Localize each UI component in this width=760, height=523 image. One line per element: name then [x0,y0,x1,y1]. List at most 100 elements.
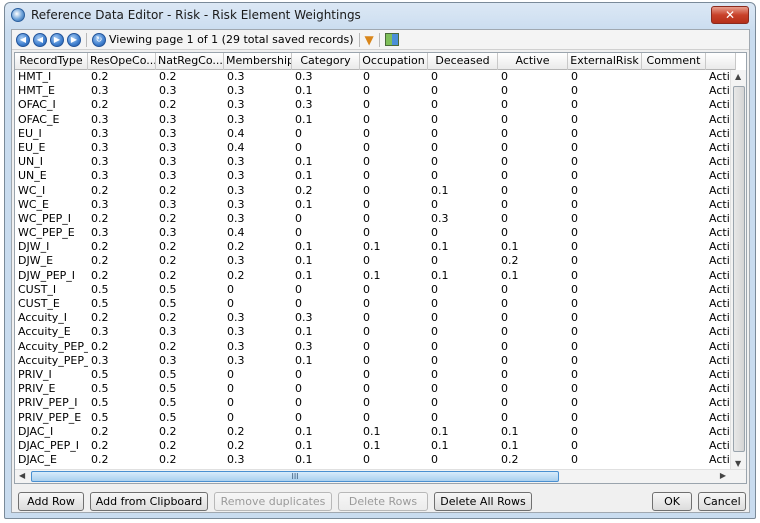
table-cell[interactable]: 0.3 [224,325,292,339]
table-cell[interactable]: 0 [498,382,568,396]
close-button[interactable]: ✕ [711,6,749,24]
table-cell[interactable]: 0.5 [156,297,224,311]
table-cell[interactable]: 0 [428,198,498,212]
table-row[interactable]: Accuity_I 0.2 0.2 0.3 0.3 0 0 0 0 Acti [15,311,736,325]
table-cell[interactable]: 0.3 [88,198,156,212]
table-cell[interactable]: 0 [428,354,498,368]
table-cell[interactable]: 0 [498,325,568,339]
table-cell[interactable]: 0 [428,283,498,297]
horizontal-scrollbar[interactable]: ◀ III ▶ [15,469,746,483]
table-cell[interactable]: 0.1 [360,240,428,254]
table-cell[interactable]: 0 [428,169,498,183]
table-cell[interactable]: 0 [360,155,428,169]
previous-page-icon[interactable]: ◀ [33,32,47,47]
table-cell[interactable]: 0.1 [292,269,360,283]
vertical-scroll-thumb[interactable] [733,86,745,452]
table-cell[interactable]: 0 [428,84,498,98]
table-cell[interactable]: 0.2 [88,340,156,354]
table-cell[interactable]: 0.2 [498,254,568,268]
table-cell[interactable] [642,311,706,325]
table-cell[interactable]: 0 [568,240,642,254]
column-header[interactable]: RecordType [15,53,88,70]
table-cell[interactable] [642,411,706,425]
table-cell[interactable]: 0.5 [88,368,156,382]
table-cell[interactable]: 0 [428,254,498,268]
table-cell[interactable]: 0 [498,368,568,382]
table-cell[interactable]: 0.1 [292,453,360,467]
table-cell[interactable]: EU_E [15,141,88,155]
table-row[interactable]: CUST_I 0.5 0.5 0 0 0 0 0 0 Acti [15,283,736,297]
table-cell[interactable]: 0 [568,283,642,297]
table-cell[interactable] [642,240,706,254]
table-cell[interactable]: 0.2 [88,240,156,254]
table-cell[interactable]: 0 [498,113,568,127]
table-cell[interactable]: OFAC_E [15,113,88,127]
table-cell[interactable]: 0 [568,340,642,354]
delete-all-rows-button[interactable]: Delete All Rows [434,492,532,511]
table-row[interactable]: Accuity_E 0.3 0.3 0.3 0.1 0 0 0 0 Acti [15,325,736,339]
table-cell[interactable] [642,396,706,410]
table-cell[interactable]: 0 [568,184,642,198]
table-cell[interactable]: 0 [568,113,642,127]
table-cell[interactable]: 0 [568,226,642,240]
table-cell[interactable]: 0 [568,425,642,439]
table-row[interactable]: PRIV_PEP_E 0.5 0.5 0 0 0 0 0 0 Acti [15,411,736,425]
table-row[interactable]: HMT_E 0.3 0.3 0.3 0.1 0 0 0 0 Acti [15,84,736,98]
table-cell[interactable]: 0.1 [292,439,360,453]
next-page-icon[interactable]: ▶ [50,32,64,47]
table-cell[interactable]: 0.3 [428,212,498,226]
table-cell[interactable]: 0 [568,84,642,98]
column-header[interactable]: Comment [642,53,706,70]
last-page-icon[interactable]: ▶ [67,32,81,47]
table-cell[interactable]: 0.3 [224,212,292,226]
table-row[interactable]: DJW_E 0.2 0.2 0.3 0.1 0 0 0.2 0 Acti [15,254,736,268]
table-cell[interactable]: 0 [360,198,428,212]
table-cell[interactable]: 0.3 [88,141,156,155]
scroll-down-icon[interactable]: ▼ [735,459,741,468]
column-header[interactable]: Membership [224,53,292,70]
table-cell[interactable]: 0.3 [88,127,156,141]
table-cell[interactable]: 0.3 [224,98,292,112]
table-cell[interactable]: DJAC_I [15,425,88,439]
column-header[interactable]: Category [292,53,360,70]
table-cell[interactable]: 0 [498,212,568,226]
table-cell[interactable]: 0.3 [156,113,224,127]
table-cell[interactable]: 0.5 [88,283,156,297]
column-header[interactable]: ExternalRisk [568,53,642,70]
table-cell[interactable]: 0 [224,283,292,297]
table-cell[interactable]: 0.5 [88,297,156,311]
table-cell[interactable]: 0 [428,411,498,425]
table-cell[interactable]: 0 [568,141,642,155]
table-cell[interactable]: 0 [360,226,428,240]
first-page-icon[interactable]: ◀ [16,32,30,47]
table-cell[interactable]: 0 [498,340,568,354]
remove-duplicates-button[interactable]: Remove duplicates [214,492,332,511]
table-cell[interactable]: 0 [428,155,498,169]
table-cell[interactable]: 0.3 [156,84,224,98]
table-cell[interactable]: 0.2 [156,425,224,439]
table-cell[interactable]: 0.3 [88,84,156,98]
table-cell[interactable]: 0 [428,325,498,339]
table-cell[interactable]: 0.2 [156,212,224,226]
table-cell[interactable]: 0 [360,368,428,382]
table-cell[interactable]: DJW_I [15,240,88,254]
table-cell[interactable]: 0.3 [224,184,292,198]
table-cell[interactable]: 0.5 [88,396,156,410]
table-cell[interactable]: 0.5 [88,411,156,425]
table-cell[interactable]: 0 [498,169,568,183]
table-cell[interactable]: 0 [292,368,360,382]
table-cell[interactable] [642,269,706,283]
refresh-icon[interactable]: ↻ [92,32,106,47]
scroll-left-icon[interactable]: ◀ [19,471,25,480]
column-header[interactable]: Active [498,53,568,70]
table-cell[interactable] [642,368,706,382]
table-cell[interactable]: HMT_E [15,84,88,98]
table-cell[interactable] [642,212,706,226]
table-cell[interactable] [642,70,706,84]
table-cell[interactable]: 0 [360,297,428,311]
table-cell[interactable]: 0.2 [88,425,156,439]
table-cell[interactable]: 0.2 [156,340,224,354]
table-cell[interactable]: 0 [568,396,642,410]
horizontal-scroll-thumb[interactable]: III [31,471,559,482]
table-cell[interactable]: 0 [360,254,428,268]
